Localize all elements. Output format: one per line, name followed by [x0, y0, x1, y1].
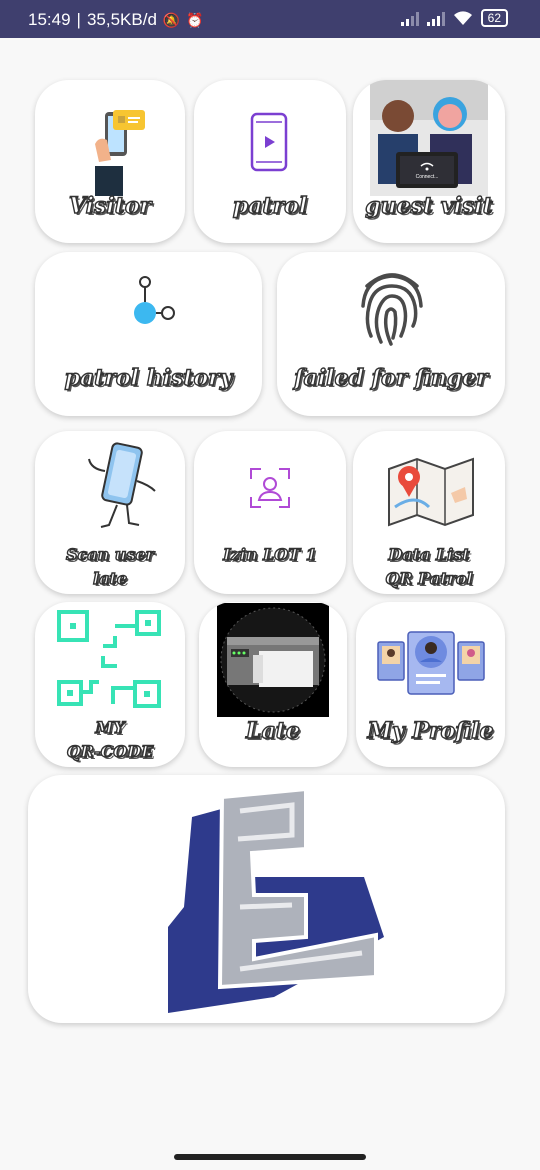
signal-icon — [400, 10, 419, 26]
failed-finger-label: failed for finger — [293, 364, 488, 391]
my-qr-line1: MY — [95, 717, 126, 737]
map-pin-icon — [388, 457, 474, 527]
branch-icon — [134, 276, 175, 324]
mute-icon: 🔕 — [162, 11, 181, 28]
my-qr-code-label: MY QR-CODE — [35, 716, 185, 764]
status-time: 15:49 — [28, 10, 71, 29]
my-profile-label: My Profile — [367, 717, 494, 744]
status-separator: | — [76, 10, 81, 29]
visitor-label: Visitor — [68, 192, 152, 219]
my-profile-card[interactable]: My Profile — [356, 602, 505, 767]
visitor-phone-icon — [95, 110, 145, 196]
fingerprint-icon — [361, 273, 423, 346]
patrol-phone-icon — [250, 112, 288, 172]
guest-visit-illustration: Connect... — [370, 80, 488, 196]
scan-user-late-label: Scan user late — [35, 543, 185, 591]
scan-user-late-card[interactable]: Scan user late — [35, 431, 185, 594]
qr-code-icon — [57, 610, 161, 708]
patrol-history-card[interactable]: patrol history — [35, 252, 262, 416]
home-indicator[interactable] — [174, 1154, 366, 1160]
profile-cards-icon — [377, 631, 485, 695]
guest-visit-label: guest visit — [364, 192, 493, 219]
data-list-line1: Data List — [388, 544, 471, 564]
battery-icon: 62 — [480, 9, 508, 27]
izin-lot-label: Izin LOT 1 — [222, 544, 317, 564]
izin-lot-card[interactable]: Izin LOT 1 — [194, 431, 346, 594]
guest-visit-card[interactable]: Connect... guest visit — [353, 80, 505, 243]
late-card[interactable]: Late — [199, 602, 347, 767]
visitor-card[interactable]: Visitor — [35, 80, 185, 243]
status-speed: 35,5KB/d — [86, 10, 157, 29]
status-right: 62 — [400, 9, 508, 27]
data-list-label: Data List QR Patrol — [353, 543, 505, 591]
my-qr-line2: QR-CODE — [66, 741, 154, 761]
running-phone-icon — [88, 442, 156, 528]
alarm-icon: ⏰ — [186, 11, 204, 28]
scan-user-late-line2: late — [92, 568, 127, 588]
data-list-card[interactable]: Data List QR Patrol — [353, 431, 505, 594]
status-left: 15:49 | 35,5KB/d 🔕 ⏰ — [28, 10, 204, 30]
e-logo — [168, 787, 384, 1013]
failed-finger-card[interactable]: failed for finger — [277, 252, 505, 416]
data-list-line2: QR Patrol — [385, 568, 474, 588]
connect-text: Connect... — [416, 174, 439, 180]
patrol-label: patrol — [232, 192, 308, 219]
late-machine-illustration — [217, 603, 329, 717]
patrol-history-label: patrol history — [64, 364, 233, 391]
scan-user-late-line1: Scan user — [65, 544, 155, 564]
logo-banner — [28, 775, 505, 1023]
patrol-card[interactable]: patrol — [194, 80, 346, 243]
wifi-icon — [453, 11, 472, 25]
signal-icon-2 — [426, 10, 445, 26]
late-label: Late — [245, 717, 300, 744]
my-qr-code-card[interactable]: MY QR-CODE — [35, 602, 185, 767]
status-bar: 15:49 | 35,5KB/d 🔕 ⏰ 62 — [0, 0, 540, 38]
face-id-icon — [250, 468, 290, 508]
